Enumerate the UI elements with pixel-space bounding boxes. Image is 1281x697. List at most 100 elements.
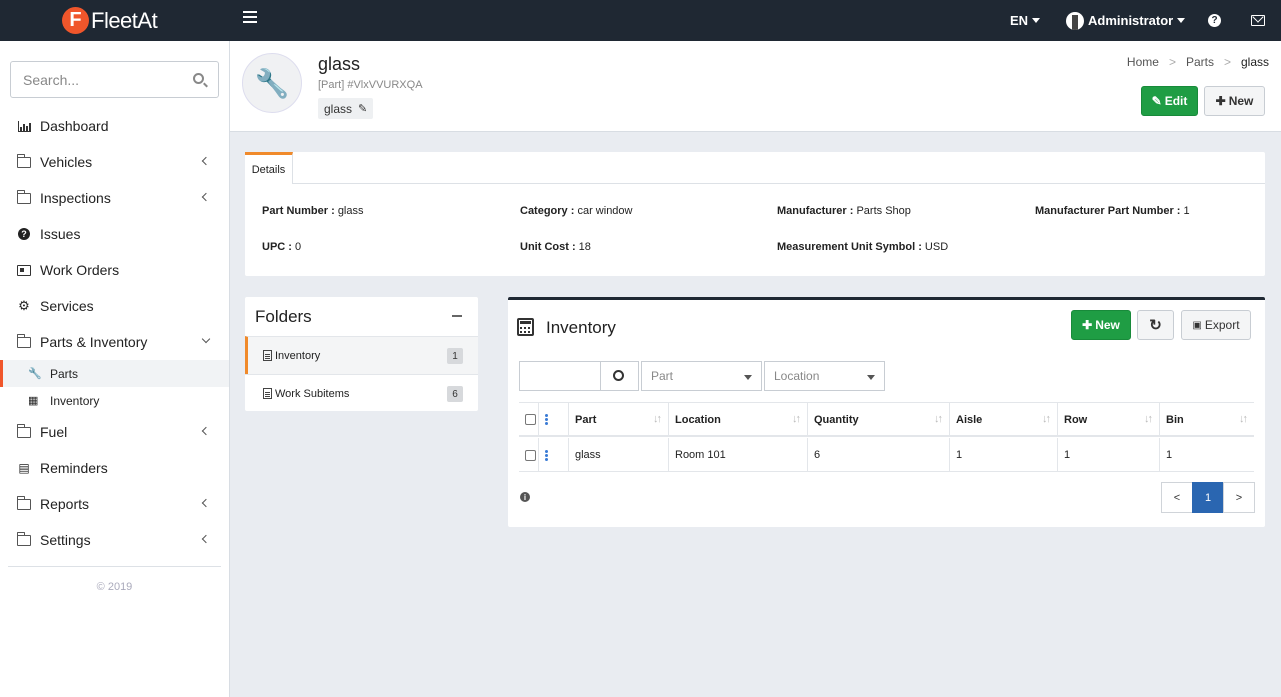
breadcrumb: Home > Parts > glass <box>1127 55 1269 69</box>
sort-icon: ↓↑ <box>792 413 801 425</box>
field-value: car window <box>577 205 633 217</box>
help-button[interactable]: ? <box>1208 0 1221 41</box>
pagination-next[interactable]: > <box>1223 482 1255 513</box>
field-unit-cost: Unit Cost : 18 <box>520 241 591 253</box>
part-tag[interactable]: glass ✎ <box>318 98 374 119</box>
sidebar-item-issues[interactable]: ? Issues <box>0 216 229 252</box>
field-label: Category : <box>520 205 575 217</box>
messages-button[interactable] <box>1251 0 1265 41</box>
column-menu[interactable] <box>539 402 569 437</box>
select-all-checkbox[interactable] <box>519 402 539 437</box>
field-value: 0 <box>295 241 302 253</box>
folder-label: Work Subitems <box>275 387 350 400</box>
breadcrumb-home[interactable]: Home <box>1127 55 1159 69</box>
sidebar-item-label: Reports <box>40 496 90 512</box>
folder-icon <box>16 153 32 169</box>
newspaper-icon <box>16 263 32 277</box>
refresh-button[interactable]: ↻ <box>1137 310 1174 340</box>
field-measurement-unit: Measurement Unit Symbol : USD <box>777 241 948 253</box>
details-card: Details Part Number : glass Category : c… <box>245 152 1265 276</box>
folder-item-work-subitems[interactable]: Work Subitems 6 <box>245 374 478 412</box>
column-header-aisle[interactable]: Aisle ↓↑ <box>950 402 1058 437</box>
sidebar-item-parts-inventory[interactable]: Parts & Inventory <box>0 324 229 360</box>
pagination-page-1[interactable]: 1 <box>1192 482 1224 513</box>
sidebar-item-label: Reminders <box>40 460 108 476</box>
column-label: Quantity <box>814 413 859 426</box>
bar-chart-icon <box>16 119 32 133</box>
sidebar-subitem-inventory[interactable]: ▦ Inventory <box>0 387 229 414</box>
new-part-button[interactable]: ✚ New <box>1204 86 1265 116</box>
location-filter-select[interactable]: Location <box>764 361 885 391</box>
info-icon[interactable]: i <box>520 492 530 502</box>
sidebar-item-services[interactable]: ⚙ Services <box>0 288 229 324</box>
field-manufacturer: Manufacturer : Parts Shop <box>777 205 911 217</box>
sort-icon: ↓↑ <box>934 413 943 425</box>
column-header-bin[interactable]: Bin ↓↑ <box>1160 402 1254 437</box>
field-label: Part Number : <box>262 205 335 217</box>
sidebar-item-label: Vehicles <box>40 154 93 170</box>
menu-toggle-icon[interactable] <box>243 11 257 25</box>
pagination-prev[interactable]: < <box>1161 482 1193 513</box>
part-id: [Part] #VlxVVURXQA <box>318 79 423 91</box>
search-icon[interactable] <box>193 73 204 84</box>
user-menu[interactable]: Administrator <box>1066 0 1186 41</box>
sidebar-item-label: Dashboard <box>40 118 109 134</box>
folder-label: Inventory <box>275 349 321 362</box>
app-logo[interactable]: F FleetAt <box>62 7 158 34</box>
kebab-icon <box>545 449 548 461</box>
sidebar-item-label: Work Orders <box>40 262 120 278</box>
column-label: Aisle <box>956 413 983 426</box>
sidebar-item-label: Settings <box>40 532 91 548</box>
column-header-row[interactable]: Row ↓↑ <box>1058 402 1160 437</box>
sidebar-search-input[interactable]: Search... <box>10 61 219 98</box>
count-badge: 1 <box>447 348 463 364</box>
column-header-part[interactable]: Part ↓↑ <box>569 402 669 437</box>
search-placeholder: Search... <box>23 71 80 88</box>
page-title: glass <box>318 54 361 74</box>
column-header-location[interactable]: Location ↓↑ <box>669 402 808 437</box>
sidebar-item-fuel[interactable]: Fuel <box>0 414 229 450</box>
breadcrumb-parts[interactable]: Parts <box>1186 55 1214 69</box>
language-dropdown[interactable]: EN <box>1010 0 1041 41</box>
folder-item-inventory[interactable]: Inventory 1 <box>245 336 478 374</box>
folder-icon <box>16 333 32 349</box>
column-header-quantity[interactable]: Quantity ↓↑ <box>808 402 950 437</box>
breadcrumb-current: glass <box>1240 55 1269 69</box>
sidebar-item-label: Services <box>40 298 94 314</box>
sort-icon: ↓↑ <box>1042 413 1051 425</box>
file-icon <box>263 388 272 399</box>
user-avatar-icon <box>1066 11 1084 30</box>
row-menu[interactable] <box>539 438 569 472</box>
sort-icon: ↓↑ <box>653 413 662 425</box>
sidebar-item-dashboard[interactable]: Dashboard <box>0 108 229 144</box>
sidebar-item-inspections[interactable]: Inspections <box>0 180 229 216</box>
breadcrumb-separator: > <box>1168 55 1176 69</box>
tab-details[interactable]: Details <box>245 152 293 184</box>
sidebar-subitem-parts[interactable]: 🔧 Parts <box>0 360 229 387</box>
column-label: Part <box>575 413 597 426</box>
sidebar-item-work-orders[interactable]: Work Orders <box>0 252 229 288</box>
edit-button[interactable]: ✎ Edit <box>1141 86 1198 116</box>
part-filter-select[interactable]: Part <box>641 361 762 391</box>
caret-down-icon <box>1177 18 1186 23</box>
sidebar-item-settings[interactable]: Settings <box>0 522 229 558</box>
sidebar-item-reports[interactable]: Reports <box>0 486 229 522</box>
copyright: © 2019 <box>96 581 133 593</box>
export-button[interactable]: ▣ Export <box>1181 310 1251 340</box>
part-filter-label: Part <box>651 369 674 383</box>
collapse-icon[interactable] <box>452 315 462 317</box>
search-button[interactable] <box>600 361 639 391</box>
caret-down-icon <box>1032 18 1041 23</box>
new-inventory-button[interactable]: ✚ New <box>1071 310 1131 340</box>
field-value: 18 <box>578 241 591 253</box>
sidebar-divider <box>8 566 221 567</box>
inventory-search-input[interactable] <box>519 361 602 391</box>
sidebar-item-label: Issues <box>40 226 81 242</box>
field-category: Category : car window <box>520 205 633 217</box>
pencil-icon[interactable]: ✎ <box>358 102 367 115</box>
sidebar-item-vehicles[interactable]: Vehicles <box>0 144 229 180</box>
chevron-left-icon <box>201 498 211 508</box>
folders-title: Folders <box>255 307 312 326</box>
row-checkbox[interactable] <box>519 438 539 472</box>
sidebar-item-reminders[interactable]: ▤ Reminders <box>0 450 229 486</box>
